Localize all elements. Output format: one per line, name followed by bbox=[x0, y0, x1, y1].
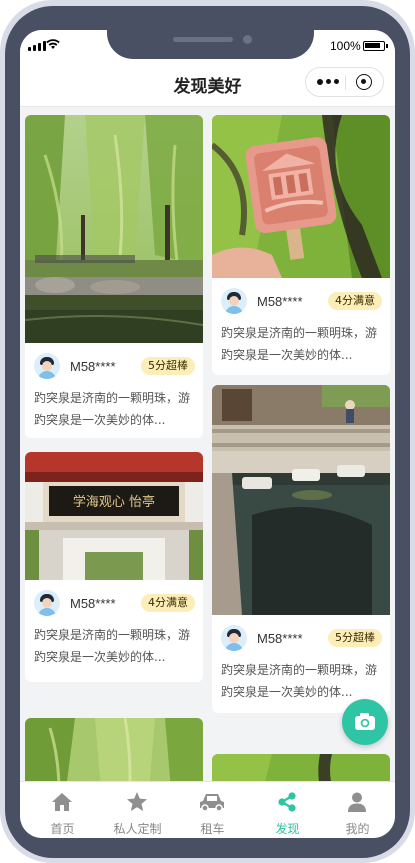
home-icon bbox=[52, 793, 72, 811]
discover-feed[interactable]: M58**** 5分超棒 趵突泉是济南的一颗明珠，游趵突泉是一次美妙的体... bbox=[20, 107, 395, 781]
tab-car-rental[interactable]: 租车 bbox=[175, 782, 250, 838]
mini-program-capsule bbox=[305, 67, 384, 97]
username: M58**** bbox=[70, 359, 116, 374]
bottom-tab-bar: 首页 私人定制 租车 发现 我的 bbox=[20, 781, 395, 838]
user-avatar[interactable] bbox=[221, 625, 247, 651]
user-icon bbox=[348, 792, 366, 812]
user-avatar[interactable] bbox=[34, 590, 60, 616]
rating-badge: 4分满意 bbox=[328, 292, 382, 310]
tab-label: 首页 bbox=[50, 822, 75, 836]
user-avatar[interactable] bbox=[34, 353, 60, 379]
post-photo: 学海观心 怡亭 bbox=[25, 452, 203, 580]
car-icon bbox=[200, 794, 224, 812]
star-icon bbox=[127, 792, 147, 811]
post-photo bbox=[25, 115, 203, 343]
app-screen: 100% 发现美好 M58**** 5分超棒 趵突泉是济南的一颗明珠，游趵突泉是… bbox=[20, 30, 395, 838]
navigation-bar: 发现美好 bbox=[20, 60, 395, 107]
post-card[interactable] bbox=[212, 754, 390, 781]
battery-percentage: 100% bbox=[330, 39, 361, 53]
rating-badge: 4分满意 bbox=[141, 594, 195, 612]
rating-badge: 5分超棒 bbox=[141, 357, 195, 375]
post-description: 趵突泉是济南的一颗明珠，游趵突泉是一次美妙的体... bbox=[34, 628, 191, 664]
post-description: 趵突泉是济南的一颗明珠，游趵突泉是一次美妙的体... bbox=[221, 326, 378, 362]
post-card[interactable]: M58**** 5分超棒 趵突泉是济南的一颗明珠，游趵突泉是一次美妙的体... bbox=[212, 385, 390, 713]
rating-badge: 5分超棒 bbox=[328, 629, 382, 647]
battery-icon bbox=[363, 41, 385, 51]
post-description: 趵突泉是济南的一颗明珠，游趵突泉是一次美妙的体... bbox=[34, 391, 191, 427]
plaque-inscription: 学海观心 怡亭 bbox=[73, 494, 155, 510]
tab-discover[interactable]: 发现 bbox=[250, 782, 325, 838]
tab-mine[interactable]: 我的 bbox=[320, 782, 395, 838]
more-options-icon[interactable] bbox=[317, 78, 339, 85]
post-card[interactable] bbox=[25, 718, 203, 781]
close-program-icon[interactable] bbox=[356, 74, 372, 90]
post-card[interactable]: M58**** 5分超棒 趵突泉是济南的一颗明珠，游趵突泉是一次美妙的体... bbox=[25, 115, 203, 438]
post-card[interactable]: 学海观心 怡亭 M58**** 4分满意 趵突泉是济南的一颗明珠，游趵突泉是一次… bbox=[25, 452, 203, 682]
user-avatar[interactable] bbox=[221, 288, 247, 314]
post-description: 趵突泉是济南的一颗明珠，游趵突泉是一次美妙的体... bbox=[221, 663, 378, 699]
tab-label: 私人定制 bbox=[113, 822, 162, 836]
post-photo bbox=[212, 754, 390, 781]
tab-label: 租车 bbox=[200, 822, 225, 836]
username: M58**** bbox=[257, 294, 303, 309]
post-card[interactable]: M58**** 4分满意 趵突泉是济南的一颗明珠，游趵突泉是一次美妙的体... bbox=[212, 115, 390, 375]
phone-notch bbox=[107, 16, 314, 59]
tab-label: 我的 bbox=[345, 822, 370, 836]
post-photo bbox=[212, 115, 390, 278]
post-photo bbox=[25, 718, 203, 781]
tab-label: 发现 bbox=[275, 822, 300, 836]
camera-icon bbox=[355, 713, 375, 730]
tab-home[interactable]: 首页 bbox=[25, 782, 100, 838]
wifi-icon bbox=[46, 39, 60, 49]
username: M58**** bbox=[70, 596, 116, 611]
share-icon bbox=[278, 792, 296, 812]
post-photo bbox=[212, 385, 390, 615]
username: M58**** bbox=[257, 631, 303, 646]
cellular-signal-icon bbox=[28, 41, 46, 51]
camera-post-button[interactable] bbox=[342, 699, 388, 745]
tab-private-custom[interactable]: 私人定制 bbox=[100, 782, 175, 838]
